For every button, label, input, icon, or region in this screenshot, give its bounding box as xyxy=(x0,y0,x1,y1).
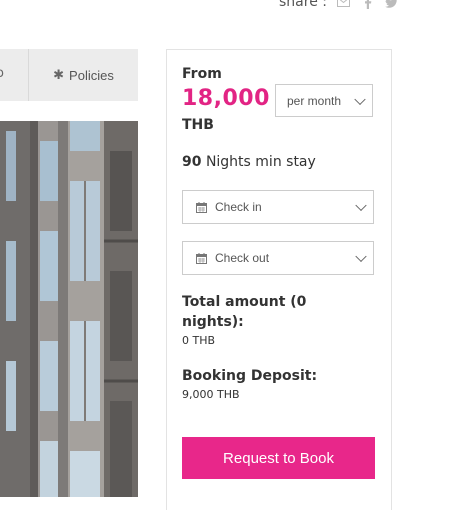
min-stay: 90 Nights min stay xyxy=(182,154,316,170)
tab-previous[interactable]: o xyxy=(0,49,29,101)
building-image xyxy=(0,121,138,497)
facebook-icon[interactable] xyxy=(361,0,375,9)
tab-previous-label: o xyxy=(0,66,4,81)
price-from-label: From xyxy=(182,66,222,82)
envelope-icon[interactable] xyxy=(337,0,351,9)
detail-tabs: o ✱ Policies xyxy=(0,49,138,101)
checkout-placeholder: Check out xyxy=(215,251,270,265)
request-to-book-button[interactable]: Request to Book xyxy=(182,437,375,479)
chevron-down-icon xyxy=(355,250,367,263)
tab-policies-label: Policies xyxy=(69,67,114,83)
price-amount: 18,000 xyxy=(182,86,270,111)
share-bar: share : xyxy=(279,0,399,10)
tab-policies[interactable]: ✱ Policies xyxy=(29,49,138,101)
total-amount-label: Total amount (0 nights): xyxy=(182,294,307,330)
period-select-value: per month xyxy=(287,93,342,108)
property-photo[interactable] xyxy=(0,121,138,497)
chevron-down-icon xyxy=(354,93,366,105)
price-currency: THB xyxy=(182,117,214,133)
min-stay-text: Nights min stay xyxy=(205,154,316,170)
checkout-field[interactable]: Check out xyxy=(182,241,374,275)
checkin-field[interactable]: Check in xyxy=(182,190,374,224)
booking-deposit-label: Booking Deposit: xyxy=(182,368,318,384)
chevron-down-icon xyxy=(355,199,367,212)
booking-deposit-value: 9,000 THB xyxy=(182,388,240,401)
calendar-icon xyxy=(196,201,207,213)
asterisk-icon: ✱ xyxy=(53,67,65,82)
total-amount-value: 0 THB xyxy=(182,334,216,347)
min-stay-number: 90 xyxy=(182,154,202,170)
calendar-icon xyxy=(196,252,207,264)
checkin-placeholder: Check in xyxy=(215,200,262,214)
period-select[interactable]: per month xyxy=(275,84,373,117)
twitter-icon[interactable] xyxy=(385,0,399,9)
share-label: share : xyxy=(279,0,327,10)
